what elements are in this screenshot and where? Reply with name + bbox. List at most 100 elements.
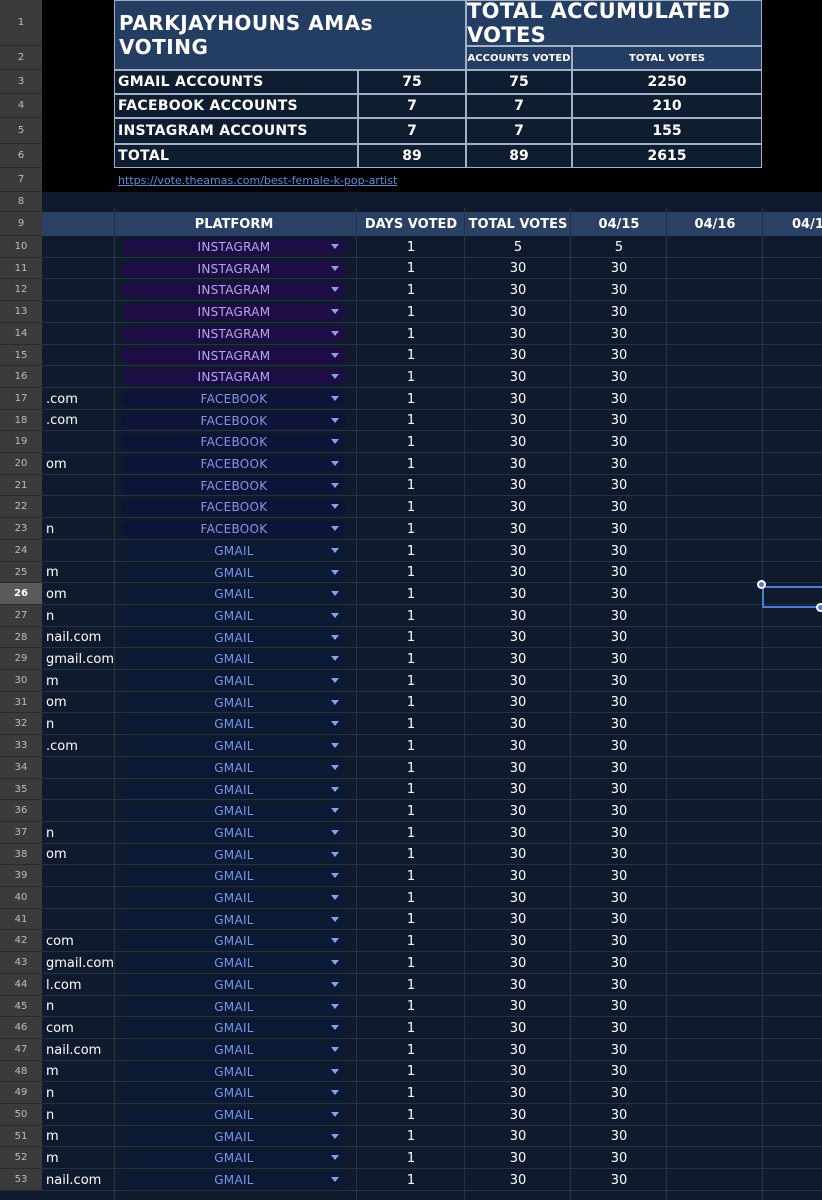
row-number[interactable]: 18 bbox=[0, 410, 42, 431]
row-number[interactable]: 12 bbox=[0, 279, 42, 301]
days-voted-cell[interactable]: 1 bbox=[358, 1017, 464, 1039]
platform-dropdown[interactable]: GMAIL bbox=[122, 803, 346, 819]
total-votes-cell[interactable]: 30 bbox=[466, 410, 570, 431]
days-voted-cell[interactable]: 1 bbox=[358, 1039, 464, 1061]
row-number[interactable]: 40 bbox=[0, 887, 42, 909]
total-votes-cell[interactable]: 30 bbox=[466, 800, 570, 822]
instagram-accounts-voted[interactable]: 7 bbox=[466, 118, 572, 144]
days-voted-cell[interactable]: 1 bbox=[358, 930, 464, 952]
email-cell[interactable]: nail.com bbox=[42, 627, 114, 648]
row-number[interactable]: 16 bbox=[0, 366, 42, 388]
row-number[interactable]: 15 bbox=[0, 345, 42, 366]
total-votes-cell[interactable]: 30 bbox=[466, 1169, 570, 1191]
row-number[interactable]: 46 bbox=[0, 1017, 42, 1039]
row-number[interactable]: 50 bbox=[0, 1104, 42, 1126]
platform-dropdown[interactable]: INSTAGRAM bbox=[122, 369, 346, 385]
total-votes-cell[interactable]: 30 bbox=[466, 713, 570, 735]
platform-dropdown[interactable]: FACEBOOK bbox=[122, 391, 346, 407]
platform-dropdown[interactable]: GMAIL bbox=[122, 608, 346, 624]
email-cell[interactable]: com bbox=[42, 1017, 114, 1039]
email-cell[interactable]: nail.com bbox=[42, 1169, 114, 1191]
email-cell[interactable] bbox=[42, 323, 114, 345]
row-number[interactable]: 19 bbox=[0, 431, 42, 453]
row-number[interactable]: 32 bbox=[0, 713, 42, 735]
days-voted-cell[interactable]: 1 bbox=[358, 952, 464, 974]
total-votes-cell[interactable]: 30 bbox=[466, 670, 570, 692]
row-number[interactable]: 24 bbox=[0, 540, 42, 562]
row-number[interactable]: 5 bbox=[0, 118, 42, 144]
days-voted-cell[interactable]: 1 bbox=[358, 692, 464, 713]
total-votes-cell[interactable]: 30 bbox=[466, 627, 570, 648]
platform-dropdown[interactable]: GMAIL bbox=[122, 977, 346, 993]
total-votes-cell[interactable]: 30 bbox=[466, 540, 570, 562]
row-number[interactable]: 2 bbox=[0, 46, 42, 70]
email-cell[interactable] bbox=[42, 757, 114, 779]
row-number[interactable]: 17 bbox=[0, 388, 42, 410]
date-0415-cell[interactable]: 30 bbox=[572, 562, 666, 583]
date-0415-cell[interactable]: 5 bbox=[572, 236, 666, 258]
total-votes-cell[interactable]: 30 bbox=[466, 952, 570, 974]
email-cell[interactable]: m bbox=[42, 1061, 114, 1082]
date-0415-cell[interactable]: 30 bbox=[572, 1039, 666, 1061]
total-votes-cell[interactable]: 30 bbox=[466, 779, 570, 800]
row-number[interactable]: 3 bbox=[0, 70, 42, 94]
total-votes-cell[interactable]: 30 bbox=[466, 431, 570, 453]
total-votes-cell[interactable]: 30 bbox=[466, 388, 570, 410]
email-cell[interactable]: n bbox=[42, 518, 114, 540]
platform-dropdown[interactable]: GMAIL bbox=[122, 1172, 346, 1188]
date-0415-cell[interactable]: 30 bbox=[572, 670, 666, 692]
email-cell[interactable]: nail.com bbox=[42, 1039, 114, 1061]
facebook-accounts-voted[interactable]: 7 bbox=[466, 94, 572, 118]
row-number[interactable]: 9 bbox=[0, 212, 42, 236]
date-0415-cell[interactable]: 30 bbox=[572, 388, 666, 410]
platform-dropdown[interactable]: GMAIL bbox=[122, 999, 346, 1015]
days-voted-cell[interactable]: 1 bbox=[358, 996, 464, 1017]
days-voted-cell[interactable]: 1 bbox=[358, 713, 464, 735]
row-number[interactable]: 45 bbox=[0, 996, 42, 1017]
row-number[interactable]: 13 bbox=[0, 301, 42, 323]
platform-dropdown[interactable]: GMAIL bbox=[122, 1129, 346, 1145]
platform-dropdown[interactable]: GMAIL bbox=[122, 782, 346, 798]
row-number[interactable]: 10 bbox=[0, 236, 42, 258]
row-number[interactable]: 53 bbox=[0, 1169, 42, 1191]
days-voted-cell[interactable]: 1 bbox=[358, 1104, 464, 1126]
days-voted-cell[interactable]: 1 bbox=[358, 974, 464, 996]
row-number[interactable]: 23 bbox=[0, 518, 42, 540]
total-votes-cell[interactable]: 30 bbox=[466, 1147, 570, 1169]
row-number[interactable]: 25 bbox=[0, 562, 42, 583]
email-cell[interactable]: om bbox=[42, 583, 114, 605]
row-number[interactable]: 22 bbox=[0, 496, 42, 518]
date-0415-cell[interactable]: 30 bbox=[572, 952, 666, 974]
total-votes-cell[interactable]: 30 bbox=[466, 865, 570, 887]
total-votes-cell[interactable]: 30 bbox=[466, 822, 570, 844]
email-cell[interactable]: gmail.com bbox=[42, 952, 114, 974]
instagram-total-votes[interactable]: 155 bbox=[572, 118, 762, 144]
date-0415-cell[interactable]: 30 bbox=[572, 301, 666, 323]
days-voted-cell[interactable]: 1 bbox=[358, 518, 464, 540]
date-0415-cell[interactable]: 30 bbox=[572, 692, 666, 713]
date-0415-cell[interactable]: 30 bbox=[572, 453, 666, 475]
facebook-total-votes[interactable]: 210 bbox=[572, 94, 762, 118]
days-voted-column-header[interactable]: DAYS VOTED bbox=[358, 212, 464, 236]
platform-dropdown[interactable]: GMAIL bbox=[122, 586, 346, 602]
date-0415-cell[interactable]: 30 bbox=[572, 887, 666, 909]
platform-dropdown[interactable]: INSTAGRAM bbox=[122, 239, 346, 255]
total-votes-cell[interactable]: 30 bbox=[466, 605, 570, 627]
platform-dropdown[interactable]: FACEBOOK bbox=[122, 521, 346, 537]
platform-dropdown[interactable]: GMAIL bbox=[122, 695, 346, 711]
total-votes-cell[interactable]: 30 bbox=[466, 1104, 570, 1126]
row-number[interactable]: 37 bbox=[0, 822, 42, 844]
total-votes-cell[interactable]: 30 bbox=[466, 735, 570, 757]
platform-dropdown[interactable]: FACEBOOK bbox=[122, 456, 346, 472]
days-voted-cell[interactable]: 1 bbox=[358, 431, 464, 453]
platform-dropdown[interactable]: GMAIL bbox=[122, 651, 346, 667]
row-number[interactable]: 36 bbox=[0, 800, 42, 822]
days-voted-cell[interactable]: 1 bbox=[358, 562, 464, 583]
date-0415-cell[interactable]: 30 bbox=[572, 1017, 666, 1039]
date-0415-cell[interactable]: 30 bbox=[572, 1147, 666, 1169]
email-cell[interactable] bbox=[42, 475, 114, 496]
days-voted-cell[interactable]: 1 bbox=[358, 1147, 464, 1169]
date-0415-cell[interactable]: 30 bbox=[572, 496, 666, 518]
platform-dropdown[interactable]: GMAIL bbox=[122, 933, 346, 949]
days-voted-cell[interactable]: 1 bbox=[358, 779, 464, 800]
